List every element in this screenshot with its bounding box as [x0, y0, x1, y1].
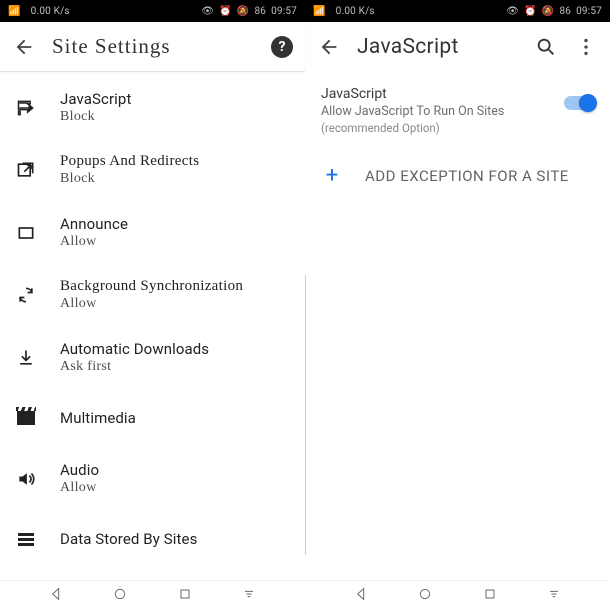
appbar-right: JavaScript [305, 22, 610, 72]
row-javascript[interactable]: JavaScript Block [0, 76, 305, 139]
clapper-icon [14, 411, 38, 425]
alarm-icon: ⏰ [524, 6, 537, 17]
mute-icon: 🔕 [542, 6, 555, 17]
nav-recent-icon[interactable] [177, 586, 193, 606]
nav-home-icon[interactable] [417, 586, 433, 606]
signal-icon: 📶 [313, 6, 326, 17]
plus-icon: + [321, 163, 343, 188]
clock-time: 09:57 [271, 6, 297, 17]
column-divider [305, 275, 306, 555]
row-label: Popups And Redirects [60, 153, 199, 170]
row-status: Allow [60, 234, 128, 250]
net-speed: 0.00 K/s [31, 6, 70, 17]
row-label: JavaScript [60, 90, 131, 108]
signal-icon: 📶 [8, 6, 21, 17]
eye-icon: 👁 [201, 6, 214, 17]
clock-time: 09:57 [576, 6, 602, 17]
row-label: Announce [60, 215, 128, 233]
alarm-icon: ⏰ [219, 6, 232, 17]
row-status: Block [60, 171, 199, 187]
row-label: Data Stored By Sites [60, 530, 197, 548]
row-label: Multimedia [60, 409, 136, 427]
back-icon[interactable] [12, 35, 36, 59]
overflow-icon[interactable] [574, 35, 598, 59]
battery-level: 86 [254, 6, 266, 17]
nav-bar [0, 580, 305, 610]
row-status: Allow [60, 480, 99, 496]
javascript-icon [14, 98, 38, 118]
section-note: (recommended Option) [321, 121, 564, 135]
add-exception-label: ADD EXCEPTION FOR A SITE [365, 167, 569, 185]
js-toggle[interactable] [564, 96, 594, 110]
appbar-left: Site Settings ? [0, 22, 305, 72]
row-label: Audio [60, 461, 99, 479]
settings-list: JavaScript Block Popups And Redirects Bl… [0, 72, 305, 610]
page-title: JavaScript [357, 35, 518, 59]
row-status: Block [60, 109, 131, 125]
help-icon[interactable]: ? [271, 36, 293, 58]
section-subtitle: Allow JavaScript To Run On Sites [321, 104, 564, 119]
nav-back-icon[interactable] [48, 586, 64, 606]
status-bar: 📶 0.00 K/s 👁 ⏰ 🔕 86 09:57 [0, 0, 305, 22]
announce-icon [14, 223, 38, 243]
row-audio[interactable]: Audio Allow [0, 447, 305, 510]
row-multimedia[interactable]: Multimedia [0, 389, 305, 447]
nav-drawer-icon[interactable] [241, 586, 257, 606]
status-bar: 📶 0.00 K/s 👁 ⏰ 🔕 86 09:57 [305, 0, 610, 22]
row-status: Allow [60, 296, 243, 312]
search-icon[interactable] [534, 35, 558, 59]
sync-icon [14, 285, 38, 305]
js-toggle-section[interactable]: JavaScript Allow JavaScript To Run On Si… [305, 72, 610, 145]
net-speed: 0.00 K/s [336, 6, 375, 17]
download-icon [14, 348, 38, 368]
back-icon[interactable] [317, 35, 341, 59]
row-popups[interactable]: Popups And Redirects Block [0, 139, 305, 201]
row-label: Automatic Downloads [60, 340, 209, 358]
popup-icon [14, 160, 38, 180]
storage-icon [14, 533, 38, 546]
add-exception-row[interactable]: + ADD EXCEPTION FOR A SITE [305, 145, 610, 206]
nav-bar [305, 580, 610, 610]
mute-icon: 🔕 [237, 6, 250, 17]
nav-drawer-icon[interactable] [546, 586, 562, 606]
speaker-icon [14, 469, 38, 489]
row-status: Ask first [60, 359, 209, 375]
eye-icon: 👁 [506, 6, 519, 17]
nav-recent-icon[interactable] [482, 586, 498, 606]
row-announce[interactable]: Announce Allow [0, 201, 305, 264]
row-autodownload[interactable]: Automatic Downloads Ask first [0, 326, 305, 389]
row-label: Background Synchronization [60, 278, 243, 295]
page-title: Site Settings [52, 34, 255, 59]
row-bgsync[interactable]: Background Synchronization Allow [0, 264, 305, 326]
nav-back-icon[interactable] [353, 586, 369, 606]
row-data-stored[interactable]: Data Stored By Sites [0, 510, 305, 568]
battery-level: 86 [559, 6, 571, 17]
nav-home-icon[interactable] [112, 586, 128, 606]
section-title: JavaScript [321, 86, 564, 102]
